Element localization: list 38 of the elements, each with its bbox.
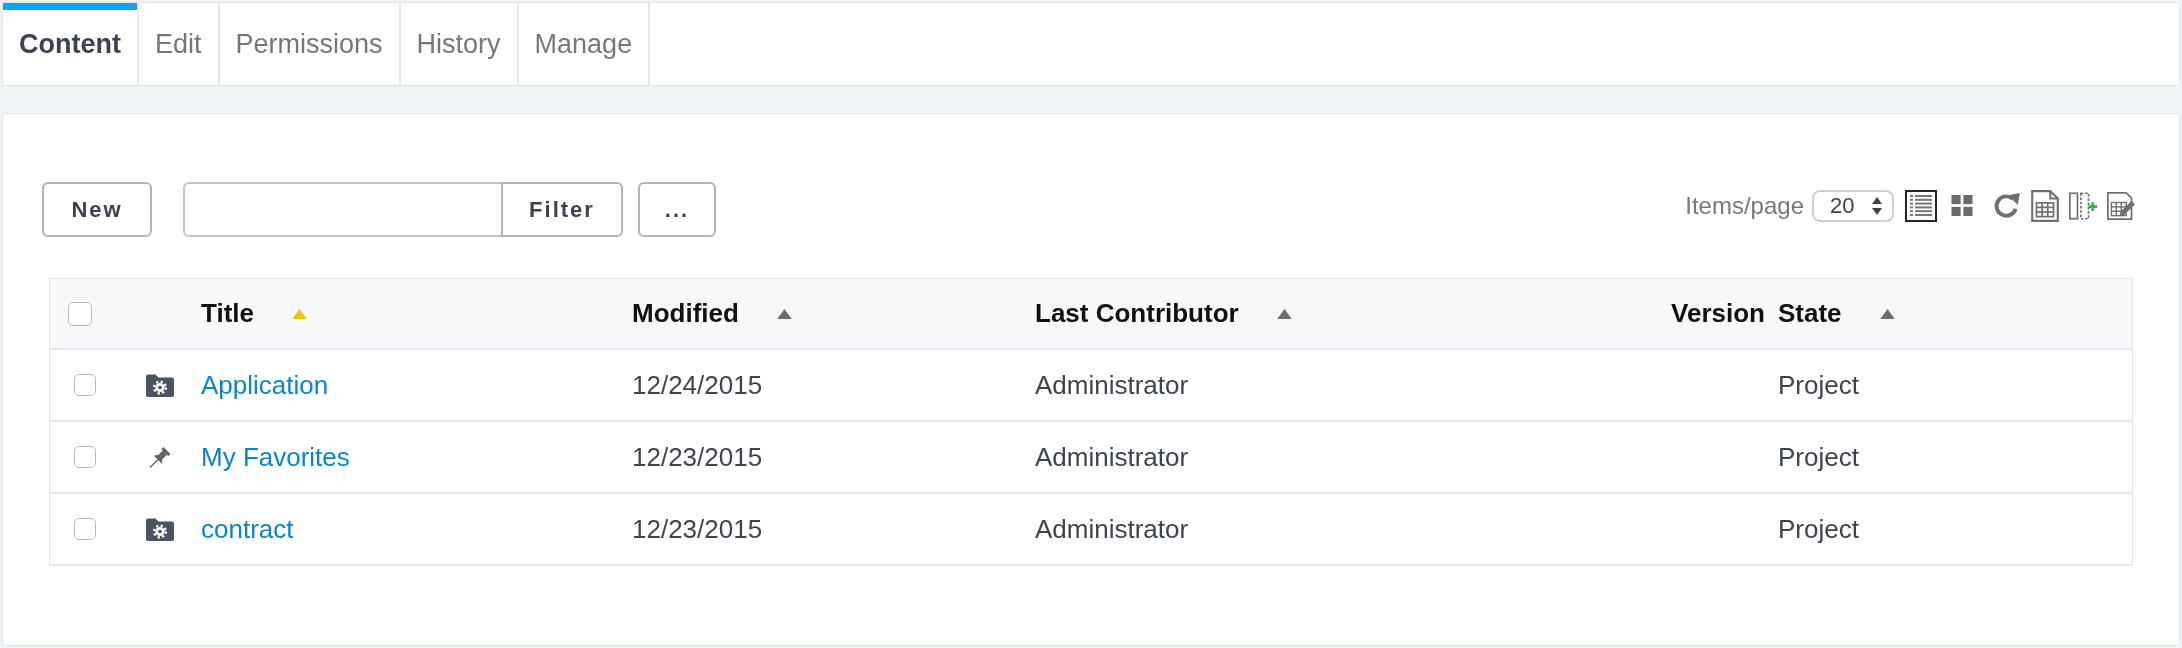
items-per-page-label: Items/page	[1685, 191, 1804, 220]
items-per-page-select[interactable]: 20	[1812, 189, 1894, 222]
tab[interactable]: Content	[3, 3, 139, 85]
filter-input[interactable]	[183, 182, 501, 237]
table-cell: 12/23/2015	[632, 513, 763, 545]
table-cell: Project	[1778, 513, 1859, 545]
table-cell: 12/23/2015	[632, 441, 763, 473]
row-checkbox[interactable]	[74, 446, 96, 468]
list-icon	[1910, 195, 1932, 216]
row-checkbox[interactable]	[74, 518, 96, 540]
folder-gear-icon	[146, 517, 174, 541]
table-cell: Administrator	[1035, 441, 1189, 473]
title-link[interactable]: Application	[201, 369, 329, 401]
column-header[interactable]: Modified	[632, 298, 739, 329]
folder-gear-icon	[146, 373, 174, 397]
table-cell: 12/24/2015	[632, 369, 763, 401]
refresh-icon[interactable]	[1993, 191, 2021, 220]
more-button[interactable]: ...	[638, 182, 716, 237]
updown-arrows-icon	[1872, 196, 1882, 215]
column-header[interactable]: Title	[201, 298, 254, 329]
list-view-button[interactable]	[1905, 189, 1937, 222]
grid-icon	[1951, 195, 1973, 216]
title-link[interactable]: contract	[201, 513, 294, 545]
table-document-icon[interactable]	[2031, 189, 2059, 222]
table-cell: Administrator	[1035, 513, 1189, 545]
row-checkbox[interactable]	[74, 374, 96, 396]
table-cell: Administrator	[1035, 369, 1189, 401]
column-header: Version	[1671, 298, 1765, 329]
column-header[interactable]: Last Contributor	[1035, 298, 1239, 329]
column-header[interactable]: State	[1778, 298, 1842, 329]
table-cell: Project	[1778, 441, 1859, 473]
edit-table-icon[interactable]	[2107, 189, 2135, 222]
table-cell: Project	[1778, 369, 1859, 401]
title-link[interactable]: My Favorites	[201, 441, 350, 473]
select-all-checkbox[interactable]	[68, 301, 92, 326]
filter-button[interactable]: Filter	[501, 182, 623, 237]
add-column-icon[interactable]	[2069, 189, 2097, 222]
new-button[interactable]: New	[42, 182, 152, 237]
